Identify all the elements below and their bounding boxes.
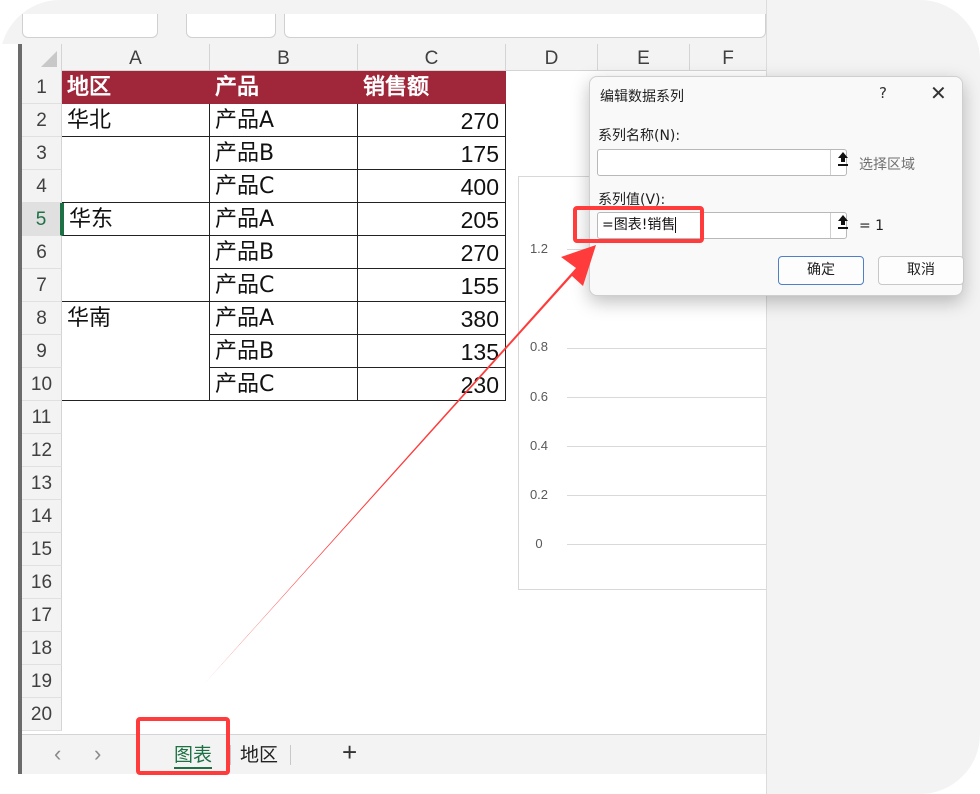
screenshot-frame: A B C D E F 1 2 3 4 5 6 7 8 9 10 11 12 1… [0,0,980,794]
annotation-arrow [205,245,596,683]
arrow-shape [205,245,596,683]
